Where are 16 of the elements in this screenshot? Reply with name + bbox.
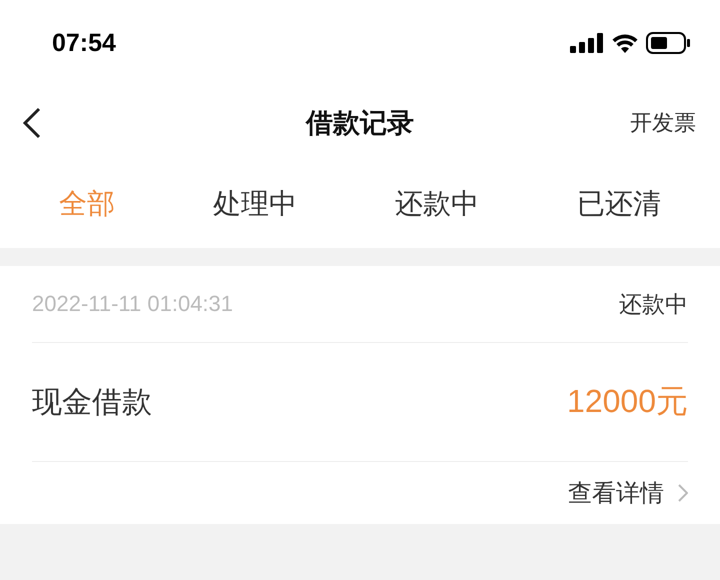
record-status: 还款中 <box>619 290 688 320</box>
filter-tab[interactable]: 处理中 <box>213 185 297 223</box>
record-datetime: 2022-11-11 01:04:31 <box>32 291 234 317</box>
view-details-link[interactable]: 查看详情 <box>568 477 688 509</box>
signal-icon <box>570 33 604 53</box>
invoice-link[interactable]: 开发票 <box>630 108 696 138</box>
battery-icon <box>646 32 690 54</box>
filter-tab[interactable]: 还款中 <box>395 185 479 223</box>
filter-tab[interactable]: 已还清 <box>577 185 661 223</box>
chevron-icon <box>678 484 688 502</box>
loan-type: 现金借款 <box>32 384 152 422</box>
status-time: 07:54 <box>52 28 116 58</box>
wifi-icon <box>612 33 638 53</box>
loan-amount: 12000元 <box>567 382 688 421</box>
page-title: 借款记录 <box>306 108 414 139</box>
back-icon[interactable] <box>22 107 42 139</box>
